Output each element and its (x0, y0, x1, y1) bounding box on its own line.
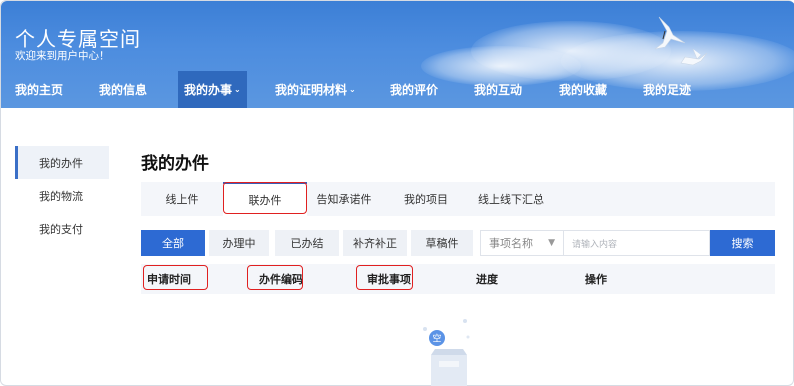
sidebar: 我的办件 我的物流 我的支付 (15, 146, 109, 245)
tab-label: 线上线下汇总 (478, 193, 544, 206)
chevron-down-icon: ⌄ (349, 85, 356, 94)
nav-item-label: 我的主页 (15, 83, 64, 97)
sidebar-item-label: 我的物流 (39, 189, 83, 203)
nav-item-affairs[interactable]: 我的办事 ⌄ (178, 71, 247, 108)
column-header-actions: 操作 (585, 273, 607, 286)
tab-label: 我的项目 (404, 193, 448, 206)
filter-label: 已办结 (290, 237, 324, 250)
filter-processing-button[interactable]: 办理中 (209, 230, 269, 256)
nav-item-footprints[interactable]: 我的足迹 (643, 71, 691, 108)
nav-item-label: 我的评价 (390, 83, 439, 97)
empty-state: 空 (419, 319, 479, 386)
empty-badge-text: 空 (432, 333, 441, 345)
nav-item-reviews[interactable]: 我的评价 (390, 71, 438, 108)
sidebar-item-logistics[interactable]: 我的物流 (15, 179, 109, 212)
tab-label: 线上件 (165, 193, 199, 206)
filter-bar: 全部 办理中 已办结 补齐补正 草稿件 事项名称 ▼ 请输入内容 搜索 (141, 230, 775, 256)
filter-all-button[interactable]: 全部 (141, 230, 205, 256)
nav-item-certificates[interactable]: 我的证明材料 ⌄ (275, 71, 356, 108)
tab-summary[interactable]: 线上线下汇总 (466, 182, 556, 216)
site-subtitle: 欢迎来到用户中心！ (15, 50, 110, 62)
tab-online[interactable]: 线上件 (141, 182, 223, 216)
nav-item-label: 我的互动 (474, 83, 523, 97)
filter-label: 草稿件 (425, 237, 459, 250)
page-title: 我的办件 (141, 154, 209, 174)
nav-item-interaction[interactable]: 我的互动 (474, 71, 522, 108)
nav-item-label: 我的信息 (99, 83, 148, 97)
filter-completed-button[interactable]: 已办结 (275, 230, 339, 256)
case-type-tabs: 线上件 联办件 告知承诺件 我的项目 线上线下汇总 (141, 182, 775, 216)
crane-birds-icon (654, 16, 708, 66)
chevron-down-icon: ⌄ (234, 85, 241, 94)
tab-notice-commitment[interactable]: 告知承诺件 (307, 182, 381, 216)
sidebar-item-label: 我的办件 (39, 156, 83, 170)
nav-item-favorites[interactable]: 我的收藏 (559, 71, 607, 108)
nav-item-home[interactable]: 我的主页 (15, 71, 63, 108)
nav-item-label: 我的证明材料 (275, 83, 348, 97)
filter-label: 全部 (162, 237, 184, 250)
column-header-apply-time: 申请时间 (147, 273, 191, 286)
tab-joint[interactable]: 联办件 (223, 182, 307, 216)
search-placeholder: 请输入内容 (572, 239, 618, 250)
table-header: 申请时间 办件编码 审批事项 进度 操作 (141, 264, 775, 294)
main-nav: 我的主页 我的信息 我的办事 ⌄ 我的证明材料 ⌄ 我的评价 我的互动 我的收藏… (1, 71, 794, 108)
column-header-case-code: 办件编码 (259, 273, 303, 286)
nav-item-label: 我的足迹 (643, 83, 692, 97)
column-header-progress: 进度 (476, 273, 498, 286)
filter-label: 补齐补正 (353, 237, 397, 250)
search-button[interactable]: 搜索 (710, 230, 775, 256)
chevron-down-icon: ▼ (548, 238, 555, 248)
filter-label: 办理中 (222, 237, 256, 250)
tab-my-projects[interactable]: 我的项目 (394, 182, 458, 216)
sidebar-item-payment[interactable]: 我的支付 (15, 212, 109, 245)
column-header-approval-item: 审批事项 (367, 273, 411, 286)
field-select-value: 事项名称 (489, 237, 533, 250)
filter-supplement-button[interactable]: 补齐补正 (343, 230, 407, 256)
search-input[interactable]: 请输入内容 (564, 230, 710, 256)
empty-box-icon: 空 (423, 319, 470, 386)
nav-item-label: 我的办事 (184, 83, 233, 97)
field-select[interactable]: 事项名称 ▼ (480, 230, 564, 256)
tab-label: 告知承诺件 (316, 193, 372, 206)
nav-item-info[interactable]: 我的信息 (99, 71, 147, 108)
filter-drafts-button[interactable]: 草稿件 (411, 230, 473, 256)
tab-label: 联办件 (248, 194, 282, 207)
header-banner: 个人专属空间 欢迎来到用户中心！ 我的主页 我的信息 我的办事 ⌄ 我的证明材料… (1, 1, 794, 108)
sidebar-item-my-cases[interactable]: 我的办件 (15, 146, 109, 179)
nav-item-label: 我的收藏 (559, 83, 608, 97)
sidebar-item-label: 我的支付 (39, 222, 83, 236)
